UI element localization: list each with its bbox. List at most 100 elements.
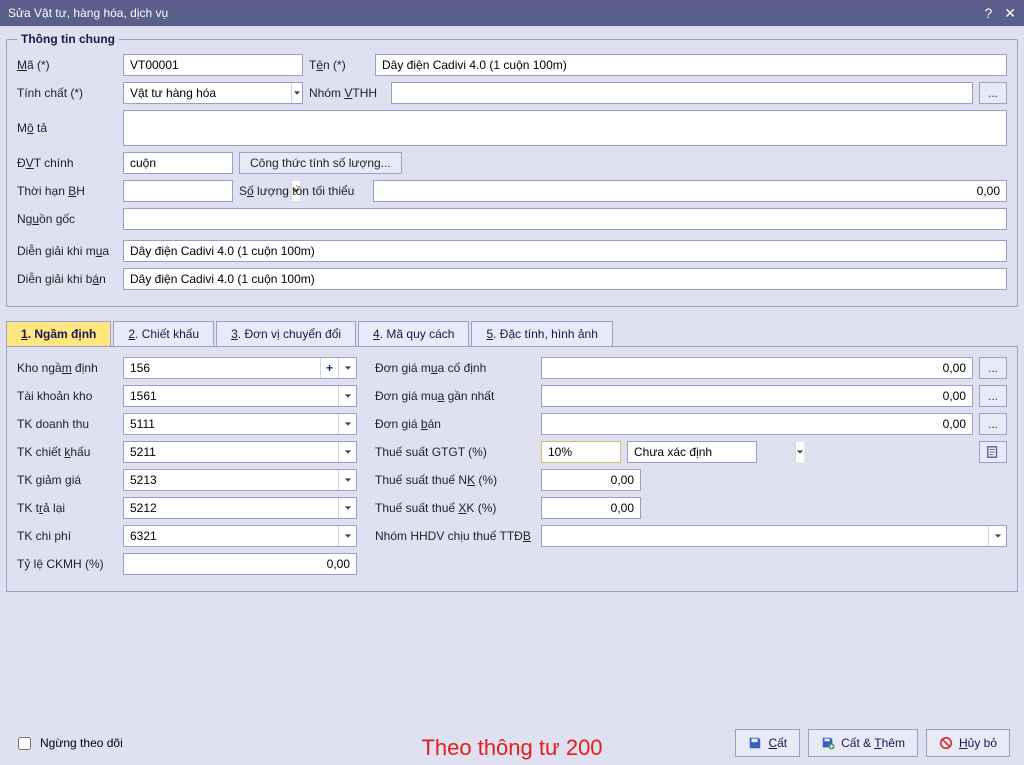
thoihanbh-combo[interactable] — [123, 180, 233, 202]
help-icon[interactable]: ? — [984, 5, 992, 22]
window-body: Thông tin chung Mã (*) Tên (*) Tính chất… — [0, 26, 1024, 765]
label-thuesuatnk: Thuế suất thuế NK (%) — [375, 473, 535, 487]
label-diengiai-mua: Diễn giải khi mua — [17, 244, 117, 258]
window-title: Sửa Vật tư, hàng hóa, dịch vụ — [8, 6, 168, 20]
label-diengiai-ban: Diễn giải khi bán — [17, 272, 117, 286]
tab-default[interactable]: 1. Ngầm định — [6, 321, 111, 346]
general-info-legend: Thông tin chung — [17, 32, 119, 46]
tkchiphi-combo[interactable] — [123, 525, 357, 547]
document-icon — [986, 445, 1000, 459]
label-ten: Tên (*) — [309, 58, 369, 72]
tkgiamgia-combo[interactable] — [123, 469, 357, 491]
label-nhomvthh: Nhóm VTHH — [309, 86, 385, 100]
ten-field[interactable] — [375, 54, 1007, 76]
label-ma: Mã (*) — [17, 58, 117, 72]
save-button[interactable]: Cất — [735, 729, 800, 757]
chevron-down-icon[interactable] — [338, 414, 356, 434]
general-info-group: Thông tin chung Mã (*) Tên (*) Tính chất… — [6, 32, 1018, 307]
diengiai-ban-field[interactable] — [123, 268, 1007, 290]
dongia-ban-field[interactable] — [541, 413, 973, 435]
ngungtheodoi-label: Ngừng theo dõi — [40, 736, 123, 750]
dongia-ban-browse-button[interactable]: ... — [979, 413, 1007, 435]
dvtchinh-combo[interactable]: + — [123, 152, 233, 174]
soluongton-field[interactable] — [373, 180, 1007, 202]
titlebar: Sửa Vật tư, hàng hóa, dịch vụ ? ✕ — [0, 0, 1024, 26]
plus-icon[interactable]: + — [320, 358, 338, 378]
chevron-down-icon[interactable] — [338, 526, 356, 546]
thuesuatgtgt-combo[interactable] — [541, 441, 621, 463]
save-and-new-button[interactable]: Cất & Thêm — [808, 729, 918, 757]
tab-chietkhau[interactable]: 2. Chiết khấu — [113, 321, 214, 346]
tab-maquycach[interactable]: 4. Mã quy cách — [358, 321, 469, 346]
label-dvtchinh: ĐVT chính — [17, 156, 117, 170]
chevron-down-icon[interactable] — [338, 498, 356, 518]
label-tkgiamgia: TK giảm giá — [17, 473, 117, 487]
tax-settings-button[interactable] — [979, 441, 1007, 463]
ngungtheodoi-input[interactable] — [18, 737, 31, 750]
label-dongia-mua-cd: Đơn giá mua cố định — [375, 361, 535, 375]
tab-strip: 1. Ngầm định 2. Chiết khấu 3. Đơn vị chu… — [6, 321, 1018, 347]
mota-field[interactable] — [123, 110, 1007, 146]
label-tkchiphi: TK chi phí — [17, 529, 117, 543]
thuesuatnk-field[interactable] — [541, 469, 641, 491]
tkkho-value[interactable] — [124, 386, 338, 406]
label-kho: Kho ngầm định — [17, 361, 117, 375]
footer: Ngừng theo dõi Cất Cất & Thêm Hủy bỏ — [6, 723, 1018, 759]
tab-dactinh[interactable]: 5. Đặc tính, hình ảnh — [471, 321, 612, 346]
label-tkdoanhthu: TK doanh thu — [17, 417, 117, 431]
save-plus-icon — [821, 736, 835, 750]
tinhchat-value[interactable] — [124, 83, 291, 103]
label-thuesuatxk: Thuế suất thuế XK (%) — [375, 501, 535, 515]
nhomhhdv-value[interactable] — [542, 526, 988, 546]
close-icon[interactable]: ✕ — [1004, 5, 1016, 22]
tkchietkhau-value[interactable] — [124, 442, 338, 462]
chevron-down-icon[interactable] — [795, 442, 804, 462]
tkchiphi-value[interactable] — [124, 526, 338, 546]
thuesuatgtgt-status-combo[interactable] — [627, 441, 757, 463]
chevron-down-icon[interactable] — [338, 358, 356, 378]
tkdoanhthu-value[interactable] — [124, 414, 338, 434]
kho-combo[interactable]: + — [123, 357, 357, 379]
label-thoihanbh: Thời hạn BH — [17, 184, 117, 198]
save-icon — [748, 736, 762, 750]
tktralai-combo[interactable] — [123, 497, 357, 519]
nhomvthh-browse-button[interactable]: ... — [979, 82, 1007, 104]
chevron-down-icon[interactable] — [291, 83, 302, 103]
thuesuatxk-field[interactable] — [541, 497, 641, 519]
label-dongia-mua-gn: Đơn giá mua gần nhất — [375, 389, 535, 403]
dongia-mua-gn-browse-button[interactable]: ... — [979, 385, 1007, 407]
label-nguongoc: Nguồn gốc — [17, 212, 117, 226]
tab-dvcd[interactable]: 3. Đơn vị chuyển đổi — [216, 321, 356, 346]
chevron-down-icon[interactable] — [338, 442, 356, 462]
dongia-mua-gn-field[interactable] — [541, 385, 973, 407]
nhomhhdv-combo[interactable] — [541, 525, 1007, 547]
label-dongia-ban: Đơn giá bán — [375, 417, 535, 431]
tkdoanhthu-combo[interactable] — [123, 413, 357, 435]
chevron-down-icon[interactable] — [338, 470, 356, 490]
ngungtheodoi-checkbox[interactable]: Ngừng theo dõi — [14, 734, 123, 753]
chevron-down-icon[interactable] — [338, 386, 356, 406]
label-tkkho: Tài khoản kho — [17, 389, 117, 403]
dongia-mua-cd-field[interactable] — [541, 357, 973, 379]
tktralai-value[interactable] — [124, 498, 338, 518]
diengiai-mua-field[interactable] — [123, 240, 1007, 262]
thuesuatgtgt-status-value[interactable] — [628, 442, 795, 462]
label-soluongton: Số lượng tồn tối thiểu — [239, 184, 367, 198]
tkgiamgia-value[interactable] — [124, 470, 338, 490]
label-mota: Mô tả — [17, 121, 117, 135]
chevron-down-icon[interactable] — [988, 526, 1006, 546]
kho-value[interactable] — [124, 358, 320, 378]
congthuc-button[interactable]: Công thức tính số lượng... — [239, 152, 402, 174]
label-nhomhhdv: Nhóm HHDV chịu thuế TTĐB — [375, 529, 535, 543]
tkkho-combo[interactable] — [123, 385, 357, 407]
nguongoc-field[interactable] — [123, 208, 1007, 230]
nhomvthh-field[interactable] — [391, 82, 973, 104]
cancel-icon — [939, 736, 953, 750]
tinhchat-combo[interactable] — [123, 82, 303, 104]
ma-field[interactable] — [123, 54, 303, 76]
tyleckmh-field[interactable] — [123, 553, 357, 575]
dongia-mua-cd-browse-button[interactable]: ... — [979, 357, 1007, 379]
label-tktralai: TK trả lại — [17, 501, 117, 515]
tkchietkhau-combo[interactable] — [123, 441, 357, 463]
cancel-button[interactable]: Hủy bỏ — [926, 729, 1010, 757]
